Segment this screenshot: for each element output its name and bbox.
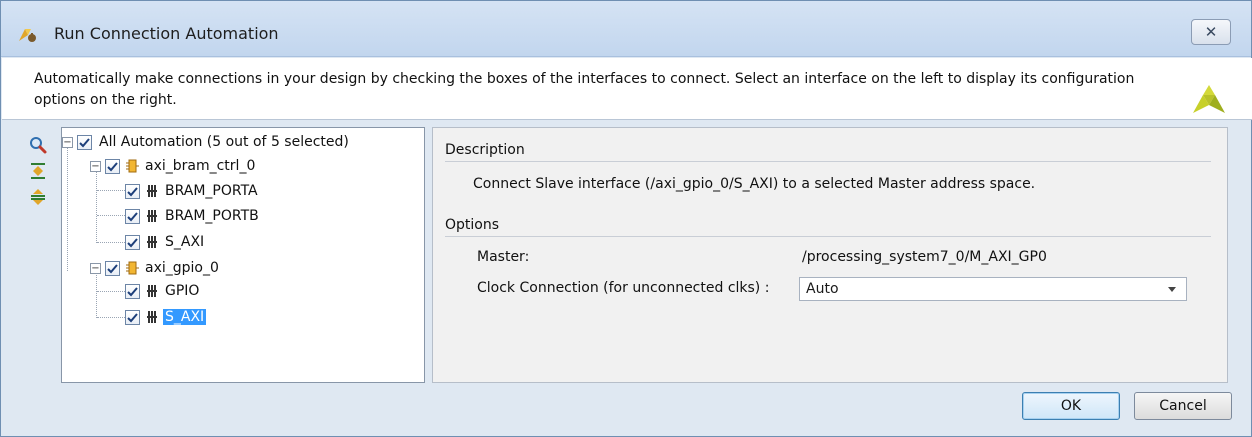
- tree-item-label: S_AXI: [165, 234, 205, 250]
- instructions-banner: Automatically make connections in your d…: [2, 58, 1252, 120]
- checkbox-all-automation[interactable]: [77, 134, 92, 150]
- tree-item-bram-s-axi[interactable]: S_AXI: [125, 230, 206, 254]
- tree-item-label: GPIO: [165, 283, 200, 299]
- tree-item-bram-porta[interactable]: BRAM_PORTA: [125, 179, 260, 203]
- close-button[interactable]: ✕: [1191, 19, 1231, 45]
- checkbox-bram-s-axi[interactable]: [125, 234, 140, 250]
- ip-block-icon: [126, 159, 139, 173]
- tree-group-label: axi_gpio_0: [145, 260, 219, 276]
- tree-root-label: All Automation (5 out of 5 selected): [99, 134, 349, 150]
- xilinx-logo: [1193, 85, 1225, 113]
- interface-tree: − All Automation (5 out of 5 selected) −…: [61, 127, 425, 383]
- chevron-down-icon[interactable]: [1168, 287, 1176, 292]
- close-icon: ✕: [1204, 23, 1218, 41]
- clock-connection-label: Clock Connection (for unconnected clks) …: [477, 280, 770, 296]
- description-text: Connect Slave interface (/axi_gpio_0/S_A…: [473, 176, 1036, 192]
- tree-line: [67, 147, 68, 271]
- details-panel: Description Connect Slave interface (/ax…: [432, 127, 1228, 383]
- tree-line: [97, 291, 125, 292]
- tree-group-label: axi_bram_ctrl_0: [145, 158, 256, 174]
- search-icon[interactable]: [28, 135, 48, 155]
- tree-item-label: BRAM_PORTA: [165, 183, 258, 199]
- tree-group-axi-gpio[interactable]: − axi_gpio_0: [90, 256, 221, 280]
- collapse-all-icon[interactable]: [28, 187, 48, 207]
- cancel-button[interactable]: Cancel: [1134, 392, 1232, 420]
- tree-item-bram-portb[interactable]: BRAM_PORTB: [125, 204, 261, 228]
- section-divider: [445, 236, 1211, 237]
- tree-item-label: BRAM_PORTB: [165, 208, 259, 224]
- tree-root[interactable]: − All Automation (5 out of 5 selected): [62, 130, 351, 154]
- checkbox-axi-gpio[interactable]: [105, 260, 120, 276]
- run-connection-automation-dialog: Run Connection Automation ✕ Automaticall…: [0, 0, 1252, 437]
- clock-connection-select[interactable]: Auto: [799, 277, 1187, 301]
- ip-block-icon: [126, 261, 139, 275]
- ok-button[interactable]: OK: [1022, 392, 1120, 420]
- collapse-toggle-icon[interactable]: −: [90, 262, 101, 274]
- checkbox-gpio-s-axi[interactable]: [125, 309, 140, 325]
- checkbox-bram-porta[interactable]: [125, 183, 140, 199]
- collapse-toggle-icon[interactable]: −: [62, 136, 73, 148]
- description-heading: Description: [445, 142, 525, 158]
- title-bar[interactable]: Run Connection Automation ✕: [1, 1, 1251, 57]
- interface-port-icon: [147, 185, 157, 197]
- checkbox-axi-bram-ctrl[interactable]: [105, 158, 120, 174]
- interface-port-icon: [147, 210, 157, 222]
- checkbox-gpio[interactable]: [125, 283, 140, 299]
- automation-app-icon: [19, 29, 36, 42]
- tree-item-label-selected: S_AXI: [163, 309, 207, 325]
- instructions-text: Automatically make connections in your d…: [34, 71, 1135, 108]
- tree-item-gpio[interactable]: GPIO: [125, 279, 201, 303]
- interface-port-icon: [147, 236, 157, 248]
- tree-line: [97, 317, 125, 318]
- interface-port-icon: [147, 285, 157, 297]
- master-label: Master:: [477, 249, 530, 265]
- checkbox-bram-portb[interactable]: [125, 208, 140, 224]
- tree-line: [96, 171, 97, 243]
- expand-all-icon[interactable]: [28, 161, 48, 181]
- section-divider: [445, 161, 1211, 162]
- tree-group-axi-bram-ctrl[interactable]: − axi_bram_ctrl_0: [90, 154, 257, 178]
- dialog-title: Run Connection Automation: [54, 24, 279, 43]
- tree-line: [97, 242, 125, 243]
- interface-port-icon: [147, 311, 157, 323]
- tree-toolbar: [28, 129, 54, 383]
- tree-line: [97, 215, 125, 216]
- master-value: /processing_system7_0/M_AXI_GP0: [802, 249, 1047, 265]
- options-heading: Options: [445, 217, 500, 233]
- clock-connection-value: Auto: [806, 281, 839, 297]
- tree-item-gpio-s-axi[interactable]: S_AXI: [125, 305, 207, 329]
- collapse-toggle-icon[interactable]: −: [90, 160, 101, 172]
- tree-line: [97, 190, 125, 191]
